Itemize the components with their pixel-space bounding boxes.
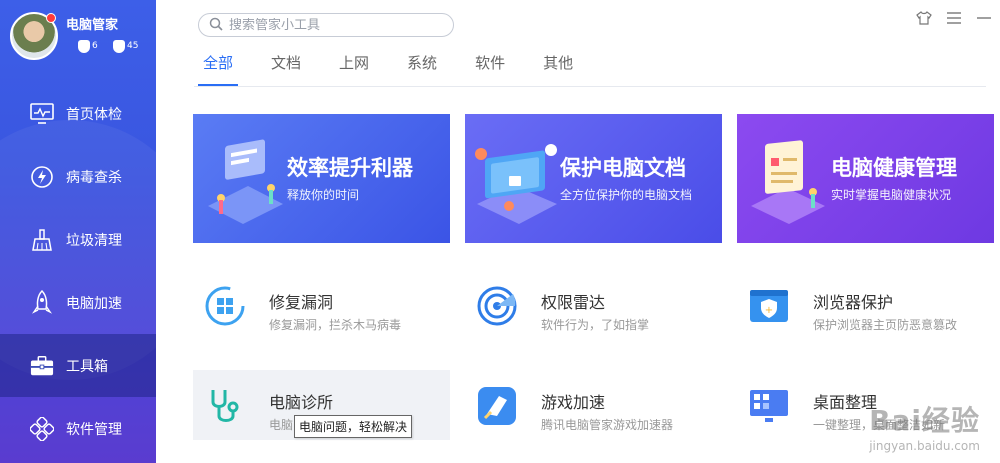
banner-protect-docs[interactable]: 保护电脑文档 全方位保护你的电脑文档 <box>465 114 722 243</box>
tool-description: 软件行为，了如指掌 <box>541 318 650 332</box>
desktop-organize-icon <box>750 390 788 422</box>
banner-subtitle: 全方位保护你的电脑文档 <box>560 188 693 202</box>
folder-lock-illustration-icon <box>475 144 557 224</box>
monitor-icon <box>30 102 54 126</box>
category-tabs: 全部 文档 上网 系统 软件 其他 <box>197 52 611 86</box>
broom-icon <box>30 228 54 252</box>
rocket-icon <box>30 289 54 315</box>
search-input[interactable] <box>229 17 439 33</box>
banner-efficiency[interactable]: 效率提升利器 释放你的时间 <box>193 114 450 243</box>
sidebar-item-software[interactable]: 软件管理 <box>0 397 156 460</box>
tool-permission-radar[interactable]: 权限雷达 软件行为，了如指掌 <box>465 270 722 340</box>
banner-subtitle: 释放你的时间 <box>287 188 360 202</box>
notification-dot <box>46 13 56 23</box>
tab-system[interactable]: 系统 <box>407 52 437 84</box>
shield-badge-2[interactable]: 45 <box>113 38 138 54</box>
tool-name: 游戏加速 <box>541 393 606 412</box>
tab-documents[interactable]: 文档 <box>271 52 301 84</box>
sidebar-nav: 首页体检 病毒查杀 垃圾清理 电脑加速 工具箱 软件管理 <box>0 82 156 460</box>
tool-description: 保护浏览器主页防恶意篡改 <box>813 318 958 332</box>
badge-count-1: 6 <box>92 41 98 51</box>
profile-name: 电脑管家 <box>66 18 119 33</box>
tool-game-accelerate[interactable]: 游戏加速 腾讯电脑管家游戏加速器 <box>465 370 722 440</box>
tool-description: 修复漏洞，拦杀木马病毒 <box>269 318 402 332</box>
tab-internet[interactable]: 上网 <box>339 52 369 84</box>
banner-health[interactable]: 电脑健康管理 实时掌握电脑健康状况 <box>737 114 994 243</box>
skin-shirt-icon[interactable] <box>916 10 932 26</box>
tool-name: 浏览器保护 <box>813 293 894 312</box>
tool-name: 电脑诊所 <box>269 393 334 412</box>
stethoscope-icon <box>211 390 239 422</box>
banner-subtitle: 实时掌握电脑健康状况 <box>831 188 952 202</box>
tool-name: 桌面整理 <box>813 393 878 412</box>
browser-shield-icon: + <box>750 290 788 322</box>
tooltip: 电脑问题，轻松解决 <box>294 415 413 438</box>
sidebar-item-checkup[interactable]: 首页体检 <box>0 82 156 145</box>
tool-description: 腾讯电脑管家游戏加速器 <box>541 418 674 432</box>
tool-name: 权限雷达 <box>541 293 606 312</box>
watermark-logo: Bai经验 <box>869 404 980 437</box>
shield-icon <box>113 39 125 53</box>
sidebar-item-label: 垃圾清理 <box>66 232 122 249</box>
svg-text:+: + <box>765 305 773 316</box>
main-panel: 全部 文档 上网 系统 软件 其他 效率提升利器 释放你的时间 <box>156 0 1000 463</box>
shield-badge-1[interactable]: 6 <box>78 38 98 54</box>
tool-fix-vulnerability[interactable]: 修复漏洞 修复漏洞，拦杀木马病毒 <box>193 270 450 340</box>
sidebar-item-virus-scan[interactable]: 病毒查杀 <box>0 145 156 208</box>
sidebar-item-label: 电脑加速 <box>66 295 122 312</box>
sidebar-item-cleanup[interactable]: 垃圾清理 <box>0 208 156 271</box>
banner-title: 保护电脑文档 <box>560 156 686 180</box>
shield-icon <box>78 39 90 53</box>
baidu-jingyan-watermark: Bai经验 jingyan.baidu.com <box>869 399 980 453</box>
banner-title: 效率提升利器 <box>287 156 413 180</box>
sidebar-item-toolbox[interactable]: 工具箱 <box>0 334 156 397</box>
apps-icon <box>30 416 54 441</box>
search-icon <box>209 16 223 35</box>
banner-row: 效率提升利器 释放你的时间 保护电脑文档 全方位保护你的电脑文档 电脑健康管理 … <box>193 114 994 243</box>
user-profile[interactable]: 电脑管家 6 45 <box>10 12 156 62</box>
toolbox-icon <box>30 354 54 378</box>
lightning-shield-icon <box>30 165 54 189</box>
minimize-icon[interactable] <box>976 10 992 26</box>
health-report-illustration-icon <box>751 140 825 224</box>
sidebar-item-speedup[interactable]: 电脑加速 <box>0 271 156 334</box>
tab-other[interactable]: 其他 <box>543 52 573 84</box>
search-box[interactable] <box>198 13 454 37</box>
sidebar: 电脑管家 6 45 首页体检 病毒查杀 垃圾清理 电脑加速 工具箱 软件管理 <box>0 0 156 463</box>
efficiency-illustration-icon <box>208 139 283 224</box>
sidebar-item-label: 工具箱 <box>66 358 108 375</box>
banner-title: 电脑健康管理 <box>831 156 957 180</box>
sidebar-item-label: 软件管理 <box>66 421 122 438</box>
sidebar-item-label: 首页体检 <box>66 106 122 123</box>
game-accelerate-icon <box>478 387 516 425</box>
tabs-divider <box>194 86 986 87</box>
window-controls <box>916 10 992 26</box>
windows-repair-icon <box>205 286 245 326</box>
tool-browser-protection[interactable]: + 浏览器保护 保护浏览器主页防恶意篡改 <box>737 270 994 340</box>
watermark-url: jingyan.baidu.com <box>869 439 980 453</box>
radar-icon <box>477 286 517 326</box>
badge-count-2: 45 <box>127 41 139 51</box>
tool-name: 修复漏洞 <box>269 293 334 312</box>
tab-software[interactable]: 软件 <box>475 52 505 84</box>
tab-all[interactable]: 全部 <box>197 52 239 86</box>
menu-icon[interactable] <box>946 10 962 26</box>
sidebar-item-label: 病毒查杀 <box>66 169 122 186</box>
